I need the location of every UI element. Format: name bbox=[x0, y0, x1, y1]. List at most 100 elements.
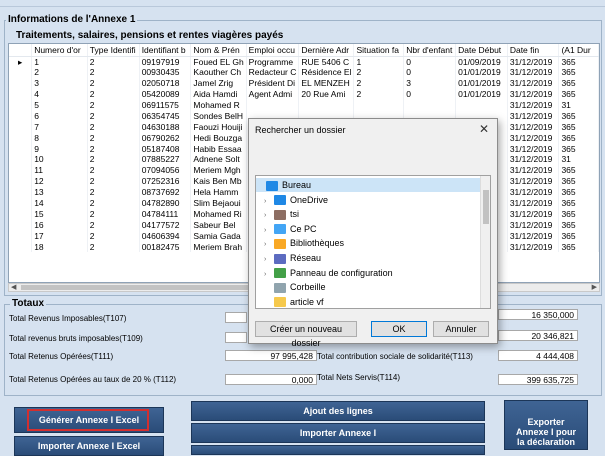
table-cell[interactable]: 31/12/2019 bbox=[507, 121, 560, 133]
table-cell[interactable]: 365 bbox=[558, 230, 599, 242]
table-cell[interactable]: 3 bbox=[31, 77, 88, 89]
table-cell[interactable]: 04782890 bbox=[139, 197, 192, 209]
table-row[interactable]: ▸ 1 2 09197919 Foued EL Gh Programme RUE 5406 … bbox=[9, 56, 599, 67]
table-cell[interactable]: 01/01/2019 bbox=[455, 88, 508, 100]
table-cell[interactable]: Sabeur Bel bbox=[190, 219, 247, 231]
table-cell[interactable]: 00930435 bbox=[139, 66, 192, 78]
table-cell[interactable]: 31/12/2019 bbox=[507, 77, 560, 89]
revenus-imposables-field[interactable] bbox=[225, 312, 247, 323]
column-header[interactable]: Date fin bbox=[507, 44, 560, 57]
nets-servis-field[interactable]: 399 635,725 bbox=[498, 374, 578, 385]
scroll-right-icon[interactable]: ▶ bbox=[592, 283, 597, 291]
table-cell[interactable]: 06354745 bbox=[139, 110, 192, 122]
table-cell[interactable]: Faouzi Houiji bbox=[190, 121, 247, 133]
table-cell[interactable] bbox=[298, 99, 355, 111]
table-cell[interactable]: 06911575 bbox=[139, 99, 192, 111]
table-cell[interactable]: Sondes BelH bbox=[190, 110, 247, 122]
table-cell[interactable]: 11 bbox=[31, 164, 88, 176]
table-cell[interactable]: Slim Bejaoui bbox=[190, 197, 247, 209]
column-header[interactable]: Emploi occu bbox=[246, 44, 300, 57]
table-cell[interactable]: Samia Gada bbox=[190, 230, 247, 242]
table-cell[interactable]: 31 bbox=[558, 154, 599, 165]
table-cell[interactable]: Hedi Bouzga bbox=[190, 132, 247, 144]
table-cell[interactable]: Meriem Brah bbox=[190, 241, 247, 253]
tree-node[interactable]: › OneDrive bbox=[264, 193, 482, 207]
table-cell[interactable]: 07094056 bbox=[139, 164, 192, 176]
table-cell[interactable]: 365 bbox=[558, 241, 599, 253]
table-cell[interactable]: 2 bbox=[87, 121, 140, 133]
generer-annexe-excel-button[interactable]: Générer Annexe I Excel bbox=[14, 407, 164, 433]
table-cell[interactable]: 5 bbox=[31, 99, 88, 111]
exporter-annexe-button[interactable]: Exporter Annexe I pour la déclaration bbox=[504, 400, 588, 450]
table-cell[interactable]: Programme bbox=[246, 56, 300, 67]
table-cell[interactable]: 00182475 bbox=[139, 241, 192, 253]
table-cell[interactable]: 365 bbox=[558, 88, 599, 100]
table-cell[interactable]: 31/12/2019 bbox=[507, 186, 560, 198]
table-cell[interactable]: 04630188 bbox=[139, 121, 192, 133]
table-cell[interactable]: 01/01/2019 bbox=[455, 77, 508, 89]
table-cell[interactable]: Foued EL Gh bbox=[190, 56, 247, 67]
table-cell[interactable]: 04177572 bbox=[139, 219, 192, 231]
new-folder-button[interactable]: Créer un nouveau dossier bbox=[255, 321, 357, 348]
table-cell[interactable]: 07252316 bbox=[139, 175, 192, 187]
table-cell[interactable]: 365 bbox=[558, 66, 599, 78]
table-cell[interactable]: 05420089 bbox=[139, 88, 192, 100]
table-cell[interactable]: 31/12/2019 bbox=[507, 208, 560, 220]
importer-annexe-button[interactable]: Importer Annexe I bbox=[191, 423, 485, 443]
table-cell[interactable]: 2 bbox=[87, 164, 140, 176]
table-cell[interactable]: 09197919 bbox=[139, 56, 192, 67]
table-cell[interactable]: 2 bbox=[87, 186, 140, 198]
table-cell[interactable]: 08737692 bbox=[139, 186, 192, 198]
tree-node[interactable]: › tsi bbox=[264, 207, 482, 221]
table-cell[interactable]: 05187408 bbox=[139, 143, 192, 155]
table-cell[interactable]: Hela Hamm bbox=[190, 186, 247, 198]
table-cell[interactable]: 31/12/2019 bbox=[507, 143, 560, 155]
table-cell[interactable]: 2 bbox=[87, 77, 140, 89]
table-cell[interactable]: Agent Admi bbox=[246, 88, 300, 100]
cancel-button[interactable]: Annuler bbox=[433, 321, 489, 337]
tree-node[interactable]: › Ce PC bbox=[264, 222, 482, 236]
table-cell[interactable]: 31/12/2019 bbox=[507, 164, 560, 176]
table-cell[interactable]: 04606394 bbox=[139, 230, 192, 242]
column-header[interactable]: Nom & Prén bbox=[190, 44, 247, 57]
table-cell[interactable]: 2 bbox=[87, 88, 140, 100]
table-cell[interactable]: Mohamed R bbox=[190, 99, 247, 111]
table-row[interactable]: 2 2 00930435 Kaouther Ch Redacteur C Résidenc… bbox=[9, 66, 599, 78]
table-row[interactable]: 3 2 02050718 Jamel Zrig Président Di EL MENZE… bbox=[9, 77, 599, 89]
column-header[interactable]: Dernière Adr bbox=[298, 44, 355, 57]
table-cell[interactable]: 365 bbox=[558, 208, 599, 220]
ajout-lignes-button[interactable]: Ajout des lignes bbox=[191, 401, 485, 421]
table-cell[interactable]: 0 bbox=[403, 66, 457, 78]
table-cell[interactable]: 07885227 bbox=[139, 154, 192, 165]
table-cell[interactable]: 2 bbox=[87, 110, 140, 122]
table-cell[interactable]: 365 bbox=[558, 110, 599, 122]
column-header[interactable]: Date Début bbox=[455, 44, 508, 57]
table-cell[interactable]: 2 bbox=[87, 197, 140, 209]
tree-scroll-thumb[interactable] bbox=[483, 190, 489, 224]
table-cell[interactable]: 1 bbox=[353, 56, 405, 67]
table-cell[interactable]: 06790262 bbox=[139, 132, 192, 144]
table-cell[interactable]: 31/12/2019 bbox=[507, 66, 560, 78]
table-cell[interactable]: 31/12/2019 bbox=[507, 110, 560, 122]
importer-annexe-excel-button[interactable]: Importer Annexe I Excel bbox=[14, 436, 164, 456]
table-cell[interactable]: EL MENZEH bbox=[298, 77, 355, 89]
table-cell[interactable]: 2 bbox=[87, 143, 140, 155]
folder-tree[interactable]: Bureau › OneDrive › tsi › Ce PC › Bibliothèques ›… bbox=[255, 175, 491, 309]
table-cell[interactable]: 12 bbox=[31, 175, 88, 187]
table-cell[interactable]: 2 bbox=[87, 132, 140, 144]
table-cell[interactable]: 2 bbox=[87, 219, 140, 231]
table-cell[interactable]: 31/12/2019 bbox=[507, 241, 560, 253]
table-cell[interactable]: 7 bbox=[31, 121, 88, 133]
tree-node[interactable]: › Bibliothèques bbox=[264, 236, 482, 250]
retenus20-field[interactable]: 0,000 bbox=[225, 374, 317, 385]
table-cell[interactable]: 31/12/2019 bbox=[507, 99, 560, 111]
table-cell[interactable]: 2 bbox=[87, 241, 140, 253]
table-cell[interactable]: 2 bbox=[31, 66, 88, 78]
table-cell[interactable]: 6 bbox=[31, 110, 88, 122]
table-cell[interactable] bbox=[353, 99, 405, 111]
table-row[interactable]: 4 2 05420089 Aida Hamdi Agent Admi 20 Rue Ami… bbox=[9, 88, 599, 100]
table-cell[interactable]: Aida Hamdi bbox=[190, 88, 247, 100]
table-cell[interactable]: Kais Ben Mb bbox=[190, 175, 247, 187]
table-cell[interactable] bbox=[246, 99, 300, 111]
tree-node[interactable]: Bureau bbox=[256, 178, 482, 192]
